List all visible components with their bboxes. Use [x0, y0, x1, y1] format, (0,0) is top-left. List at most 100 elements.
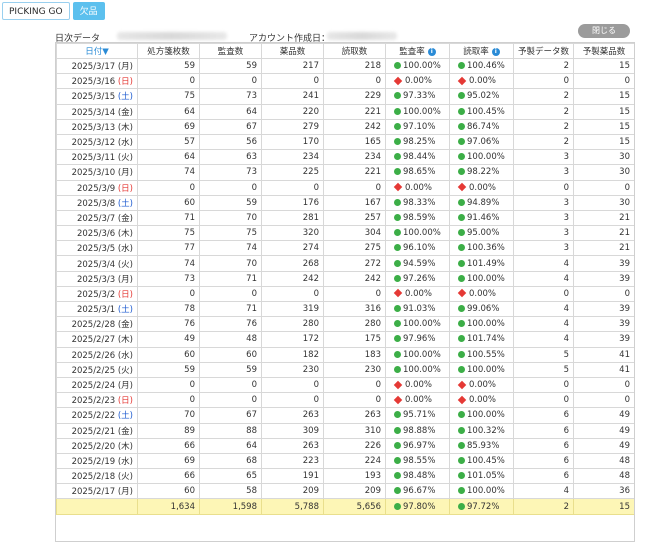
- total-prep-drugs: 15: [573, 498, 634, 515]
- table-row: 2025/2/25 (火) 59 59 230 230 100.00% 100.00% 5 41: [56, 361, 634, 378]
- status-ok-icon: [394, 138, 401, 146]
- info-icon[interactable]: i: [427, 47, 436, 56]
- drugs-cell: 176: [261, 194, 324, 211]
- prep-drugs-cell: 41: [573, 346, 634, 363]
- prescriptions-cell: 69: [137, 118, 200, 135]
- audit-rate-cell: 96.97%: [385, 437, 450, 454]
- table-row: 2025/2/24 (月) 0 0 0 0 0.00% 0.00% 0 0: [56, 376, 634, 394]
- status-warning-icon: [393, 182, 403, 192]
- status-ok-icon: [458, 107, 465, 115]
- tab-shortage[interactable]: 欠品: [72, 2, 105, 20]
- status-ok-icon: [394, 502, 401, 510]
- close-button[interactable]: 閉じる: [578, 24, 630, 38]
- table-row: 2025/3/8 (土) 60 59 176 167 98.33% 94.89% 3 30: [56, 194, 634, 211]
- audit-rate-cell: 91.03%: [385, 300, 450, 318]
- date-cell: 2025/2/18 (火): [56, 468, 138, 485]
- drugs-cell: 274: [261, 240, 324, 257]
- reads-cell: 310: [323, 422, 386, 439]
- status-ok-icon: [458, 259, 465, 267]
- status-ok-icon: [394, 305, 401, 313]
- col-audit-rate: 監査率 i: [385, 43, 450, 59]
- read-rate-cell: 0.00%: [449, 73, 514, 90]
- redacted-store-name: [117, 32, 227, 40]
- total-read-rate: 97.72%: [449, 498, 514, 515]
- reads-cell: 224: [323, 452, 386, 470]
- read-rate-cell: 101.05%: [449, 468, 514, 485]
- daily-data-table-container[interactable]: 日付▼ 処方箋枚数 監査数 薬品数 読取数 監査率 i 読取率 i 予製データ数 予…: [55, 42, 635, 542]
- prep-data-cell: 3: [513, 194, 574, 211]
- status-ok-icon: [394, 350, 401, 358]
- prescriptions-cell: 73: [137, 270, 200, 287]
- prep-data-cell: 4: [513, 483, 574, 500]
- weekday-label: (月): [117, 274, 133, 285]
- prescriptions-cell: 75: [137, 88, 200, 105]
- table-row: 2025/2/21 (金) 89 88 309 310 98.88% 100.32% 6 49: [56, 422, 634, 439]
- date-cell: 2025/3/17 (月): [56, 57, 138, 75]
- drugs-cell: 0: [261, 285, 324, 303]
- table-row: 2025/2/28 (金) 76 76 280 280 100.00% 100.00% 4 39: [56, 316, 634, 333]
- prep-data-cell: 3: [513, 225, 574, 242]
- weekday-label: (火): [117, 365, 133, 376]
- audit-rate-cell: 98.33%: [385, 194, 450, 211]
- totals-label-cell: [56, 498, 138, 515]
- tab-picking-go[interactable]: PICKING GO: [2, 2, 70, 20]
- status-ok-icon: [458, 305, 465, 313]
- weekday-label: (水): [117, 350, 133, 361]
- prep-data-cell: 0: [513, 179, 574, 196]
- prep-drugs-cell: 21: [573, 225, 634, 242]
- col-date[interactable]: 日付▼: [56, 43, 138, 59]
- info-icon[interactable]: i: [491, 47, 500, 56]
- audit-rate-cell: 97.10%: [385, 118, 450, 135]
- col-audits: 監査数: [199, 43, 262, 59]
- read-rate-cell: 100.46%: [449, 57, 514, 75]
- prep-data-cell: 4: [513, 331, 574, 348]
- audits-cell: 67: [199, 407, 262, 424]
- audits-cell: 0: [199, 376, 262, 394]
- status-ok-icon: [458, 456, 465, 464]
- status-ok-icon: [394, 62, 401, 70]
- date-cell: 2025/3/4 (火): [56, 255, 138, 272]
- prep-data-cell: 2: [513, 133, 574, 151]
- date-cell: 2025/3/7 (金): [56, 209, 138, 227]
- read-rate-cell: 0.00%: [449, 285, 514, 303]
- audit-rate-cell: 100.00%: [385, 225, 450, 242]
- audits-cell: 56: [199, 133, 262, 151]
- drugs-cell: 170: [261, 133, 324, 151]
- audit-rate-cell: 0.00%: [385, 73, 450, 90]
- read-rate-cell: 99.06%: [449, 300, 514, 318]
- reads-cell: 183: [323, 346, 386, 363]
- date-cell: 2025/3/16 (日): [56, 73, 138, 90]
- prep-data-cell: 3: [513, 149, 574, 166]
- reads-cell: 221: [323, 164, 386, 181]
- read-rate-cell: 100.00%: [449, 361, 514, 378]
- status-ok-icon: [458, 138, 465, 146]
- audits-cell: 0: [199, 73, 262, 90]
- prescriptions-cell: 71: [137, 209, 200, 227]
- prep-drugs-cell: 0: [573, 392, 634, 409]
- col-prep-drugs: 予製薬品数: [573, 43, 634, 59]
- drugs-cell: 220: [261, 103, 324, 120]
- drugs-cell: 191: [261, 468, 324, 485]
- prep-drugs-cell: 49: [573, 437, 634, 454]
- status-ok-icon: [394, 213, 401, 221]
- status-ok-icon: [458, 335, 465, 343]
- audit-rate-cell: 97.26%: [385, 270, 450, 287]
- audit-rate-cell: 98.44%: [385, 149, 450, 166]
- reads-cell: 234: [323, 149, 386, 166]
- date-cell: 2025/3/6 (木): [56, 225, 138, 242]
- read-rate-cell: 0.00%: [449, 179, 514, 196]
- table-row: 2025/3/2 (日) 0 0 0 0 0.00% 0.00% 0 0: [56, 285, 634, 303]
- prep-data-cell: 0: [513, 73, 574, 90]
- table-row: 2025/3/6 (木) 75 75 320 304 100.00% 95.00% 3 21: [56, 225, 634, 242]
- reads-cell: 0: [323, 179, 386, 196]
- status-warning-icon: [393, 380, 403, 389]
- status-ok-icon: [458, 426, 465, 434]
- table-row: 2025/3/16 (日) 0 0 0 0 0.00% 0.00% 0 0: [56, 73, 634, 90]
- weekday-label: (火): [117, 472, 133, 483]
- prescriptions-cell: 66: [137, 437, 200, 454]
- drugs-cell: 241: [261, 88, 324, 105]
- prep-data-cell: 2: [513, 118, 574, 135]
- weekday-label: (木): [117, 122, 133, 133]
- read-rate-cell: 100.32%: [449, 422, 514, 439]
- prep-drugs-cell: 30: [573, 194, 634, 211]
